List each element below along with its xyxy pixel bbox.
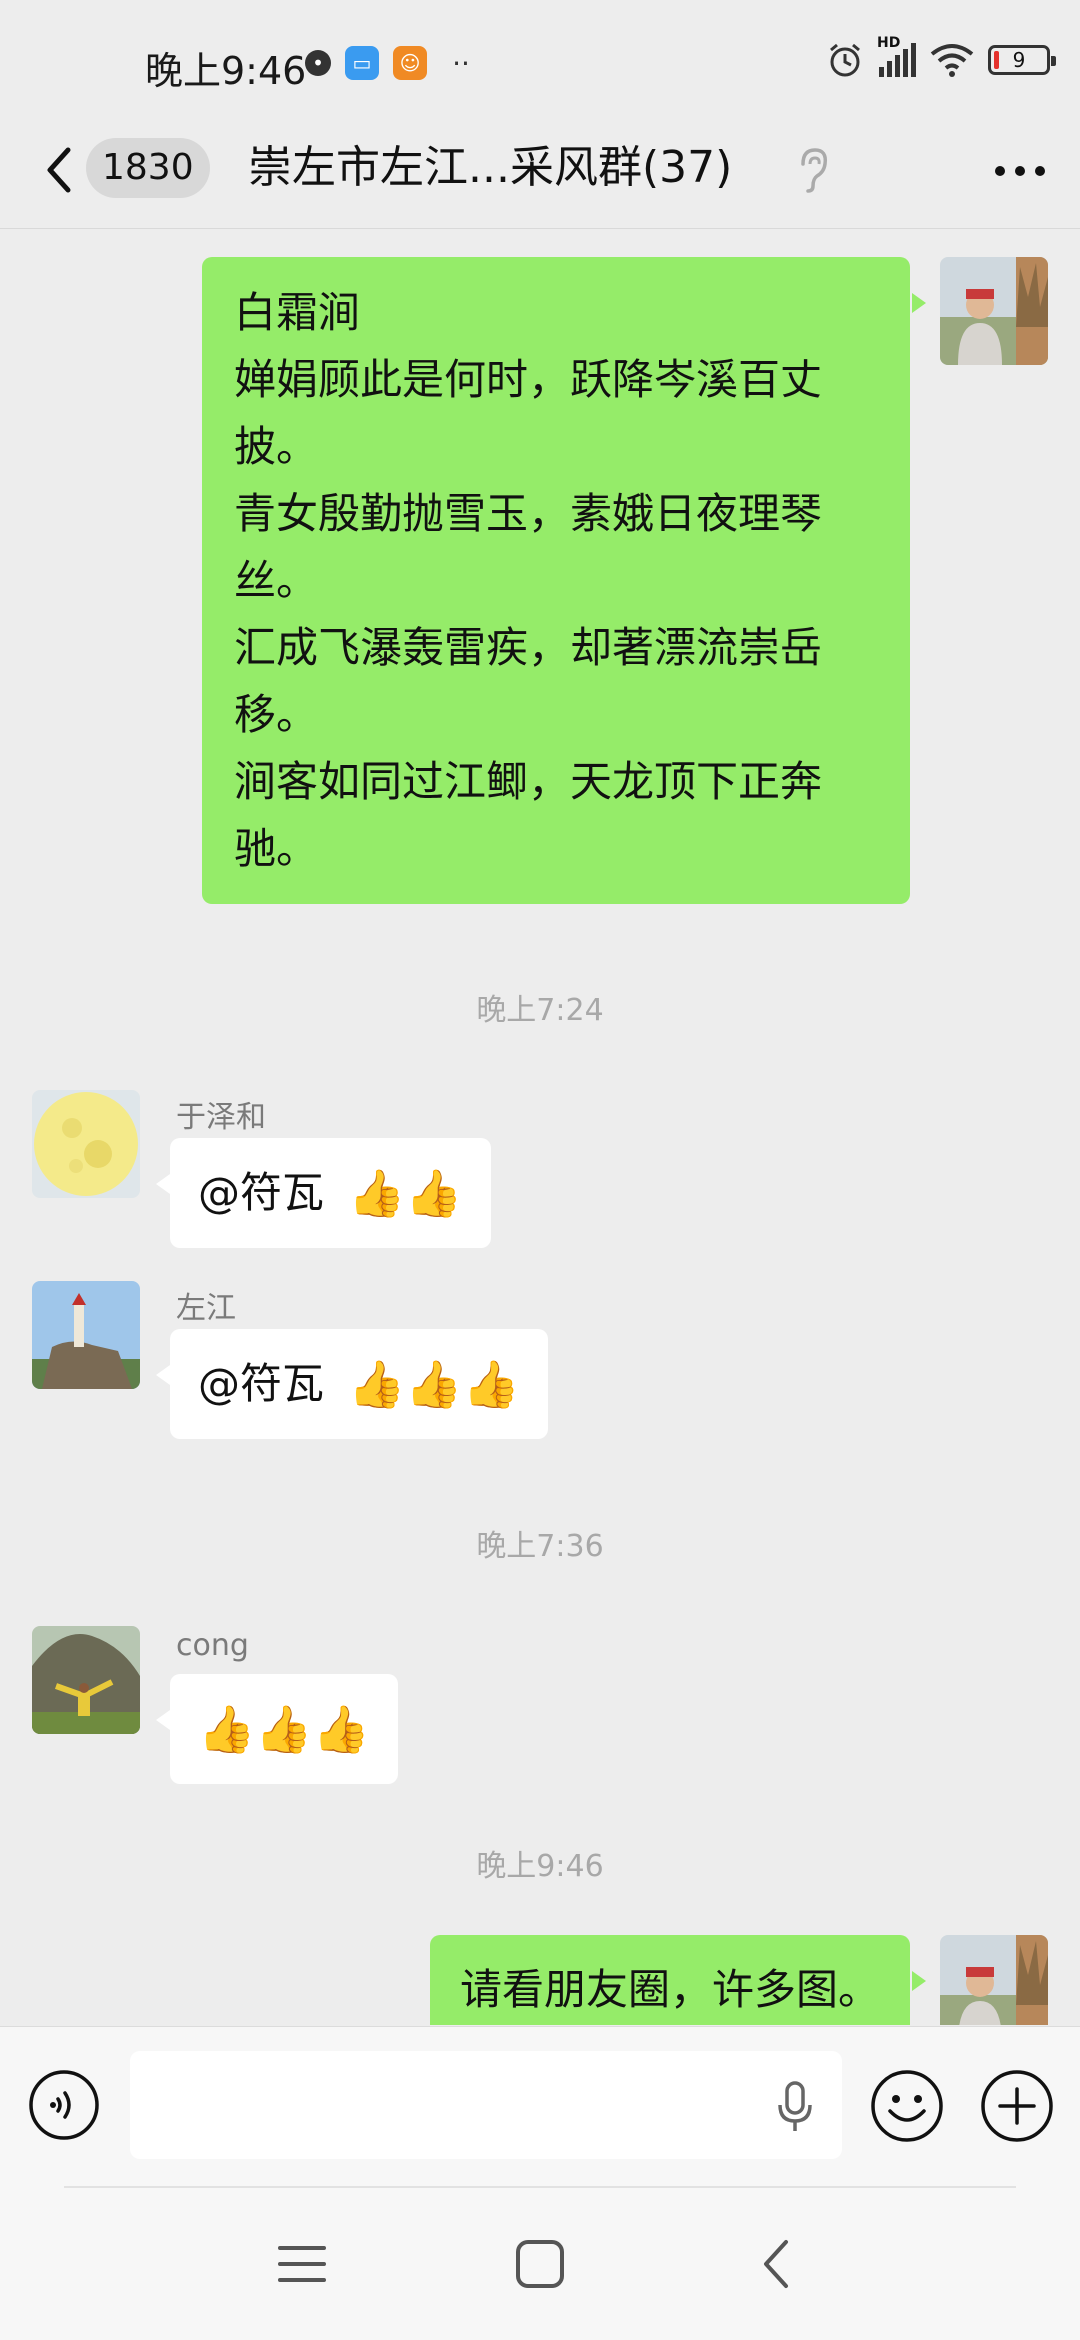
poem-line: 丝。 xyxy=(234,556,319,605)
chat-title[interactable]: 崇左市左江...采风群(37) xyxy=(248,138,732,198)
poem-line: 汇成飞瀑轰雷疾，却著漂流崇岳 xyxy=(234,623,823,672)
user-avatar[interactable] xyxy=(32,1090,140,1198)
status-time: 晚上9:46 xyxy=(145,49,307,93)
sender-name: 于泽和 xyxy=(176,1100,266,1135)
message-bubble[interactable]: 请看朋友圈，许多图。 xyxy=(429,1935,927,2025)
message-input[interactable] xyxy=(130,2051,842,2159)
earpiece-mode-icon xyxy=(801,148,828,193)
unread-count-badge[interactable]: 1830 xyxy=(86,138,210,198)
battery-icon: 9 xyxy=(988,45,1056,75)
system-navigation-bar xyxy=(0,2186,1080,2340)
chat-header: 1830 崇左市左江...采风群(37) xyxy=(0,118,1080,229)
message-text: 👍👍👍 xyxy=(198,1701,370,1757)
sender-name: cong xyxy=(176,1628,249,1663)
notification-dot-icon: • xyxy=(305,50,331,76)
message-bubble[interactable]: @符瓦 👍👍 xyxy=(156,1138,491,1248)
poem-line: 白霜涧 xyxy=(234,288,361,337)
more-actions-button[interactable] xyxy=(980,2069,1054,2143)
poem-line: 涧客如同过江鲫，天龙顶下正奔 xyxy=(234,757,823,806)
sender-name: 左江 xyxy=(176,1291,236,1326)
self-avatar[interactable] xyxy=(940,257,1048,365)
emoji-button[interactable] xyxy=(870,2069,944,2143)
battery-level: 9 xyxy=(1012,48,1026,72)
message-list[interactable]: 白霜涧 婵娟顾此是何时，跃降岑溪百丈 披。 青女殷勤抛雪玉，素娥日夜理琴 丝。 … xyxy=(0,230,1080,2025)
message-bubble[interactable]: @符瓦 👍👍👍 xyxy=(156,1329,548,1439)
more-options-button[interactable] xyxy=(990,156,1050,186)
thumbs-up-emoji: 👍👍👍 xyxy=(198,1702,370,1756)
status-bar: 晚上9:46 • ▭ ☺ ·· HD 9 xyxy=(0,0,1080,130)
input-bar xyxy=(0,2026,1080,2187)
message-bubble[interactable]: 👍👍👍 xyxy=(156,1674,398,1784)
timestamp: 晚上7:24 xyxy=(476,993,604,1028)
self-avatar[interactable] xyxy=(940,1935,1048,2025)
microphone-icon[interactable] xyxy=(772,2079,818,2135)
smile-app-icon: ☺ xyxy=(393,46,427,80)
poem-line: 婵娟顾此是何时，跃降岑溪百丈 xyxy=(234,355,823,404)
home-icon[interactable] xyxy=(512,2236,568,2292)
thumbs-up-emoji: 👍👍 xyxy=(348,1166,463,1220)
message-text: @符瓦 👍👍 xyxy=(198,1165,463,1221)
divider xyxy=(64,2186,1016,2188)
voice-input-button[interactable] xyxy=(28,2069,100,2141)
signal-icon: HD xyxy=(877,35,916,77)
message-bubble-poem[interactable]: 白霜涧 婵娟顾此是何时，跃降岑溪百丈 披。 青女殷勤抛雪玉，素娥日夜理琴 丝。 … xyxy=(202,257,926,904)
user-avatar[interactable] xyxy=(32,1281,140,1389)
back-nav-icon[interactable] xyxy=(750,2236,806,2292)
mention-text: @符瓦 xyxy=(198,1359,325,1408)
system-status: HD 9 xyxy=(825,35,1056,80)
poem-line: 移。 xyxy=(234,690,319,739)
user-avatar[interactable] xyxy=(32,1626,140,1734)
back-button[interactable] xyxy=(38,140,78,200)
message-text: @符瓦 👍👍👍 xyxy=(198,1356,520,1412)
poem-line: 青女殷勤抛雪玉，素娥日夜理琴 xyxy=(234,489,823,538)
menu-icon[interactable] xyxy=(274,2236,330,2292)
mention-text: @符瓦 xyxy=(198,1168,325,1217)
timestamp: 晚上7:36 xyxy=(476,1529,604,1564)
alarm-icon xyxy=(830,43,860,77)
more-notifications-icon: ·· xyxy=(452,46,470,80)
message-text: 请看朋友圈，许多图。 xyxy=(459,1965,880,2014)
poem-line: 披。 xyxy=(234,422,319,471)
calendar-app-icon: ▭ xyxy=(345,46,379,80)
notification-icons: • ▭ ☺ ·· xyxy=(305,46,481,80)
poem-line: 驰。 xyxy=(234,824,319,873)
thumbs-up-emoji: 👍👍👍 xyxy=(348,1357,520,1411)
network-type-label: HD xyxy=(877,35,901,51)
wifi-icon xyxy=(930,44,974,77)
timestamp: 晚上9:46 xyxy=(476,1849,604,1884)
